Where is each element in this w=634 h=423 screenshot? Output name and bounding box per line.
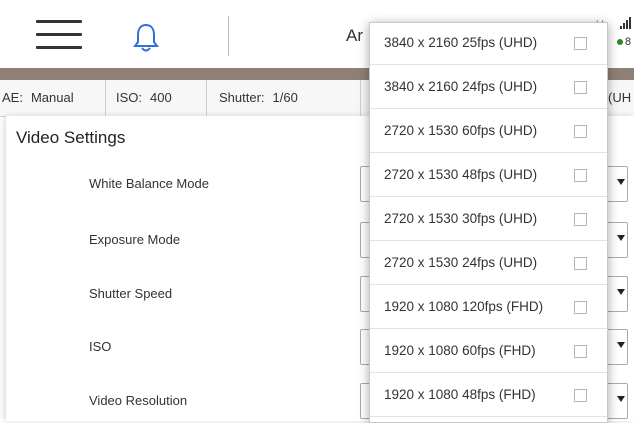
checkbox-icon[interactable] (574, 301, 587, 314)
header-divider (228, 16, 229, 56)
dropdown-option-label: 3840 x 2160 25fps (UHD) (384, 35, 538, 50)
dropdown-option[interactable]: 3840 x 2160 24fps (UHD) (370, 67, 607, 109)
caret-down-icon (617, 396, 625, 402)
status-shutter[interactable]: Shutter: 1/60 (207, 80, 361, 116)
battery-icon (617, 39, 623, 45)
dropdown-option[interactable]: 1920 x 1080 120fps (FHD) (370, 287, 607, 329)
dropdown-option[interactable]: 2720 x 1530 48fps (UHD) (370, 155, 607, 197)
video-resolution-label: Video Resolution (89, 393, 188, 408)
panel-title: Video Settings (16, 128, 126, 147)
status-shutter-value: 1/60 (272, 90, 298, 105)
dropdown-option[interactable]: 2720 x 1530 30fps (UHD) (370, 199, 607, 241)
checkbox-icon[interactable] (574, 389, 587, 402)
status-ae-value: Manual (30, 90, 74, 105)
checkbox-icon[interactable] (574, 125, 587, 138)
checkbox-icon[interactable] (574, 37, 587, 50)
dropdown-option-label: 2720 x 1530 60fps (UHD) (384, 123, 538, 138)
dropdown-option[interactable]: 1920 x 1080 48fps (FHD) (370, 375, 607, 417)
dropdown-option-label: 2720 x 1530 48fps (UHD) (384, 167, 538, 182)
dropdown-option-label: 1920 x 1080 120fps (FHD) (384, 299, 544, 314)
iso-label: ISO (89, 339, 112, 354)
status-ae-key: AE: (2, 90, 23, 105)
exposure-mode-label: Exposure Mode (89, 232, 181, 247)
bell-icon[interactable] (132, 22, 160, 54)
dropdown-option-label: 1920 x 1080 48fps (FHD) (384, 387, 536, 402)
dropdown-option-label: 2720 x 1530 24fps (UHD) (384, 255, 538, 270)
caret-down-icon (617, 342, 625, 348)
checkbox-icon[interactable] (574, 213, 587, 226)
video-resolution-dropdown[interactable]: 3840 x 2160 25fps (UHD) 3840 x 2160 24fp… (369, 22, 608, 423)
white-balance-label: White Balance Mode (89, 176, 209, 191)
caret-down-icon (617, 235, 625, 241)
battery-indicator: 8 (617, 36, 631, 48)
status-resolution[interactable]: (UH (608, 80, 634, 116)
shutter-speed-label: Shutter Speed (89, 286, 173, 301)
header-title: Ar (346, 26, 363, 45)
status-shutter-key: Shutter: (219, 90, 265, 105)
caret-down-icon (617, 289, 625, 295)
dropdown-option-label: 2720 x 1530 30fps (UHD) (384, 211, 538, 226)
dropdown-option[interactable]: 3840 x 2160 25fps (UHD) (370, 23, 607, 65)
status-ae[interactable]: AE: Manual (0, 80, 106, 116)
battery-level: 8 (625, 36, 632, 48)
hamburger-menu-icon[interactable] (36, 20, 82, 50)
signal-bars-icon (620, 16, 632, 34)
status-iso[interactable]: ISO: 400 (106, 80, 207, 116)
dropdown-option[interactable]: 1920 x 1080 60fps (FHD) (370, 331, 607, 373)
dropdown-option[interactable]: 2720 x 1530 60fps (UHD) (370, 111, 607, 153)
status-iso-value: 400 (150, 90, 172, 105)
dropdown-option-label: 3840 x 2160 24fps (UHD) (384, 79, 538, 94)
caret-down-icon (617, 179, 625, 185)
checkbox-icon[interactable] (574, 257, 587, 270)
dropdown-option[interactable]: 2720 x 1530 24fps (UHD) (370, 243, 607, 285)
status-iso-key: ISO: (116, 90, 143, 105)
checkbox-icon[interactable] (574, 345, 587, 358)
dropdown-option-label: 1920 x 1080 60fps (FHD) (384, 343, 536, 358)
checkbox-icon[interactable] (574, 81, 587, 94)
checkbox-icon[interactable] (574, 169, 587, 182)
